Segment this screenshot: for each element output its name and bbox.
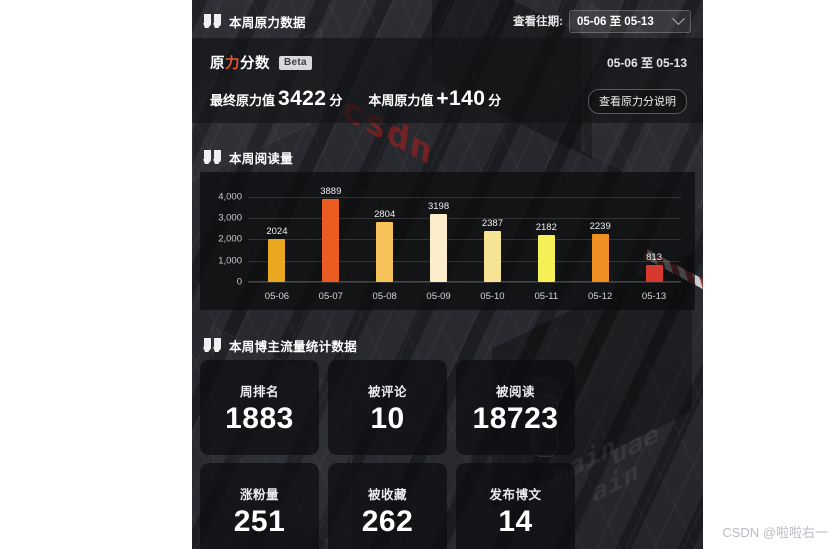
bar-column[interactable]: 813 xyxy=(627,188,681,282)
section-title-force: 本周原力数据 xyxy=(229,12,306,31)
stat-card-value: 262 xyxy=(362,505,414,538)
csdn-watermark: CSDN @啦啦右一 xyxy=(722,522,828,541)
bar-column[interactable]: 2024 xyxy=(250,188,304,282)
bar-column[interactable]: 2387 xyxy=(466,188,520,282)
bar-value-label: 2387 xyxy=(482,218,503,229)
force-card-bottom-row: 最终原力值3422分 本周原力值+140分 查看原力分说明 xyxy=(210,87,687,114)
bar-rect[interactable] xyxy=(646,265,663,282)
stat-card[interactable]: 周排名 1883 xyxy=(200,360,319,455)
stat-card-value: 251 xyxy=(234,505,286,538)
x-axis-tick-label: 05-11 xyxy=(519,291,573,302)
x-axis-tick-label: 05-09 xyxy=(412,291,466,302)
bar-rect[interactable] xyxy=(538,235,555,282)
bar-value-label: 2024 xyxy=(266,226,287,237)
quote-icon xyxy=(204,14,221,28)
y-axis-tick-label: 2,000 xyxy=(200,234,242,245)
stat-card[interactable]: 被评论 10 xyxy=(328,360,447,455)
stat-card-label: 被评论 xyxy=(368,381,407,400)
beta-badge: Beta xyxy=(279,56,312,70)
force-date-range: 05-06 至 05-13 xyxy=(607,54,687,71)
screenshot-canvas: csdn uae ain t main 本周原力数据 查看往期: 05-06 至… xyxy=(0,0,838,549)
bar-rect[interactable] xyxy=(484,231,501,282)
section-header-reading: 本周阅读量 xyxy=(192,143,293,171)
stat-card[interactable]: 发布博文 14 xyxy=(456,463,575,549)
x-axis-tick-label: 05-06 xyxy=(250,291,304,302)
bar-value-label: 2804 xyxy=(374,209,395,220)
stat-card-value: 18723 xyxy=(473,402,559,435)
gridline xyxy=(248,282,681,283)
chevron-down-icon xyxy=(672,12,685,25)
quote-icon xyxy=(204,338,221,352)
section-header-force: 本周原力数据 xyxy=(192,7,306,35)
bar-value-label: 3198 xyxy=(428,201,449,212)
stat-card-value: 14 xyxy=(498,505,532,538)
bar-value-label: 813 xyxy=(646,252,662,263)
force-title-group: 原力分数 Beta xyxy=(210,52,312,73)
period-select[interactable]: 05-06 至 05-13 xyxy=(569,10,691,33)
stat-card-label: 发布博文 xyxy=(489,484,541,503)
bar-rect[interactable] xyxy=(268,239,285,282)
bar-value-label: 2182 xyxy=(536,222,557,233)
stat-card-label: 被收藏 xyxy=(368,484,407,503)
y-axis-tick-label: 3,000 xyxy=(200,212,242,223)
bar-column[interactable]: 3889 xyxy=(304,188,358,282)
section-title-traffic: 本周博主流量统计数据 xyxy=(229,336,357,355)
stat-card-label: 被阅读 xyxy=(496,381,535,400)
x-axis-tick-label: 05-13 xyxy=(627,291,681,302)
traffic-stat-cards: 周排名1883被评论10被阅读18723涨粉量251被收藏262发布博文14被点… xyxy=(200,360,695,549)
bar-value-label: 2239 xyxy=(590,221,611,232)
section-header-traffic: 本周博主流量统计数据 xyxy=(192,331,357,359)
y-axis-tick-label: 0 xyxy=(200,277,242,288)
reading-volume-chart: 0 1,000 2,000 3,000 4,000 2024 3889 2804 3198 23… xyxy=(200,172,695,310)
x-axis-tick-label: 05-07 xyxy=(304,291,358,302)
force-score-title: 原力分数 xyxy=(210,52,270,73)
section-title-reading: 本周阅读量 xyxy=(229,148,293,167)
y-axis-tick-label: 1,000 xyxy=(200,255,242,266)
y-axis-tick-label: 4,000 xyxy=(200,191,242,202)
x-axis-tick-label: 05-12 xyxy=(573,291,627,302)
stat-card-value: 1883 xyxy=(225,402,294,435)
x-axis-tick-label: 05-08 xyxy=(358,291,412,302)
stat-card-label: 周排名 xyxy=(240,381,279,400)
stat-card-label: 涨粉量 xyxy=(240,484,279,503)
period-select-value: 05-06 至 05-13 xyxy=(577,13,654,29)
bar-rect[interactable] xyxy=(376,222,393,282)
force-score-card: 原力分数 Beta 05-06 至 05-13 最终原力值3422分 本周原力值… xyxy=(192,38,703,123)
bar-column[interactable]: 3198 xyxy=(412,188,466,282)
chart-bars: 2024 3889 2804 3198 2387 2182 2239 813 xyxy=(250,188,681,282)
dashboard-panel: csdn uae ain t main 本周原力数据 查看往期: 05-06 至… xyxy=(192,0,703,549)
x-axis-tick-label: 05-10 xyxy=(466,291,520,302)
force-card-top-row: 原力分数 Beta 05-06 至 05-13 xyxy=(210,52,687,73)
stat-card[interactable]: 涨粉量 251 xyxy=(200,463,319,549)
stat-card[interactable]: 被阅读 18723 xyxy=(456,360,575,455)
bar-value-label: 3889 xyxy=(320,186,341,197)
period-picker-group: 查看往期: 05-06 至 05-13 xyxy=(513,10,691,33)
stat-card-value: 10 xyxy=(370,402,404,435)
bar-column[interactable]: 2182 xyxy=(519,188,573,282)
force-metrics-group: 最终原力值3422分 本周原力值+140分 xyxy=(210,87,501,111)
bar-column[interactable]: 2239 xyxy=(573,188,627,282)
force-explain-link[interactable]: 查看原力分说明 xyxy=(588,89,687,114)
weekly-force-metric: 本周原力值+140分 xyxy=(368,87,501,111)
panel-topbar: 本周原力数据 查看往期: 05-06 至 05-13 xyxy=(192,6,703,36)
bar-rect[interactable] xyxy=(592,234,609,282)
final-force-metric: 最终原力值3422分 xyxy=(210,87,342,111)
quote-icon xyxy=(204,150,221,164)
period-label: 查看往期: xyxy=(513,13,563,29)
chart-plot-area: 0 1,000 2,000 3,000 4,000 2024 3889 2804 3198 23… xyxy=(200,172,695,310)
chart-x-axis: 05-0605-0705-0805-0905-1005-1105-1205-13 xyxy=(250,288,681,304)
bar-rect[interactable] xyxy=(322,199,339,282)
bar-column[interactable]: 2804 xyxy=(358,188,412,282)
bar-rect[interactable] xyxy=(430,214,447,282)
stat-card[interactable]: 被收藏 262 xyxy=(328,463,447,549)
